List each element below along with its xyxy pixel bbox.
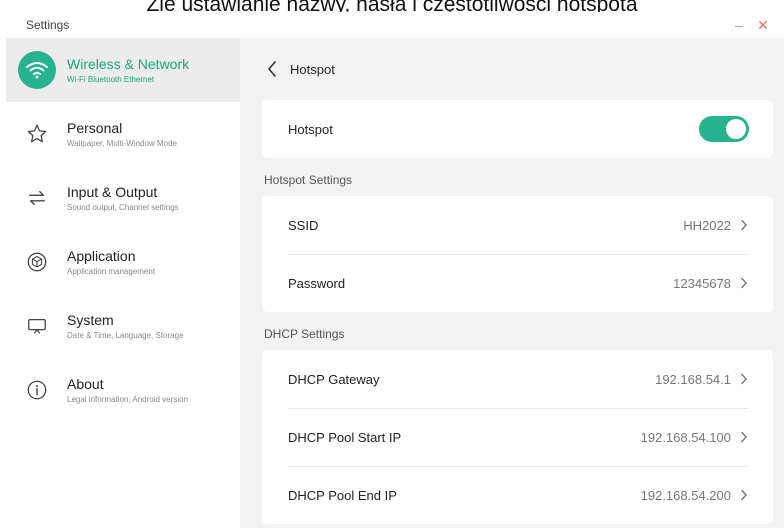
dhcp-settings-heading: DHCP Settings: [264, 327, 345, 341]
chevron-right-icon: [739, 218, 749, 232]
dhcp-gateway-value: 192.168.54.1: [655, 371, 731, 387]
sidebar-item-label: Wireless & Network: [67, 56, 190, 72]
settings-window: Settings – ✕ Wireless & Network Wi-Fi Bl…: [0, 12, 784, 528]
password-value: 12345678: [673, 275, 731, 291]
page-title: Hotspot: [290, 61, 335, 77]
chevron-right-icon: [739, 430, 749, 444]
arrows-icon: [18, 179, 56, 217]
dhcp-gateway-row[interactable]: DHCP Gateway 192.168.54.1: [262, 350, 773, 408]
dhcp-pool-start-value: 192.168.54.100: [640, 429, 731, 445]
sidebar-item-label: Input & Output: [67, 184, 158, 200]
sidebar-item-subtitle: Legal information, Android version: [67, 395, 188, 404]
monitor-icon: [18, 307, 56, 345]
cropped-caption: Żle ustawianie nazwy, hasła i częstotliw…: [146, 0, 638, 12]
sidebar-item-label: Personal: [67, 120, 123, 136]
sidebar-item-wireless-network[interactable]: Wireless & Network Wi-Fi Bluetooth Ether…: [6, 38, 240, 102]
ssid-value: HH2022: [683, 217, 731, 233]
sidebar-item-subtitle: Wallpaper, Multi-Window Mode: [67, 139, 177, 148]
sidebar: Wireless & Network Wi-Fi Bluetooth Ether…: [0, 38, 240, 528]
ssid-row[interactable]: SSID HH2022: [262, 196, 773, 254]
dhcp-pool-start-label: DHCP Pool Start IP: [288, 429, 402, 445]
hotspot-toggle-card: Hotspot: [262, 100, 773, 158]
sidebar-item-subtitle: Application management: [67, 267, 156, 276]
sidebar-item-application[interactable]: Application Application management: [0, 230, 240, 294]
hotspot-toggle-label: Hotspot: [288, 121, 333, 137]
page-header: Hotspot: [262, 38, 773, 100]
toggle-knob: [726, 119, 746, 139]
dhcp-pool-end-row[interactable]: DHCP Pool End IP 192.168.54.200: [262, 466, 773, 524]
password-row[interactable]: Password 12345678: [262, 254, 773, 312]
sidebar-item-subtitle: Sound output, Channel settings: [67, 203, 179, 212]
cube-icon: [18, 243, 56, 281]
info-icon: [18, 371, 56, 409]
title-bar: Settings – ✕: [0, 12, 784, 38]
dhcp-pool-end-value: 192.168.54.200: [640, 487, 731, 503]
close-icon[interactable]: ✕: [754, 16, 772, 34]
dhcp-gateway-label: DHCP Gateway: [288, 371, 380, 387]
hotspot-settings-card: SSID HH2022 Password 12345678: [262, 196, 773, 312]
back-icon[interactable]: [260, 57, 284, 81]
hotspot-panel: Hotspot Hotspot Hotspot Settings SSID HH…: [240, 38, 784, 528]
window-title: Settings: [26, 18, 70, 32]
ssid-label: SSID: [288, 217, 319, 233]
star-icon: [18, 115, 56, 153]
chevron-right-icon: [739, 372, 749, 386]
sidebar-item-about[interactable]: About Legal information, Android version: [0, 358, 240, 422]
sidebar-item-label: About: [67, 376, 104, 392]
sidebar-item-label: System: [67, 312, 114, 328]
content-area: Wireless & Network Wi-Fi Bluetooth Ether…: [0, 38, 784, 528]
minimize-icon[interactable]: –: [730, 16, 748, 34]
wifi-icon: [18, 51, 56, 89]
dhcp-settings-card: DHCP Gateway 192.168.54.1 DHCP Pool Star…: [262, 350, 773, 524]
sidebar-item-system[interactable]: System Date & Time, Language, Storage: [0, 294, 240, 358]
dhcp-pool-start-row[interactable]: DHCP Pool Start IP 192.168.54.100: [262, 408, 773, 466]
sidebar-item-personal[interactable]: Personal Wallpaper, Multi-Window Mode: [0, 102, 240, 166]
chevron-right-icon: [739, 488, 749, 502]
sidebar-item-subtitle: Wi-Fi Bluetooth Ethernet: [67, 75, 155, 84]
password-label: Password: [288, 275, 346, 291]
hotspot-settings-heading: Hotspot Settings: [264, 173, 353, 187]
dhcp-pool-end-label: DHCP Pool End IP: [288, 487, 397, 503]
sidebar-item-subtitle: Date & Time, Language, Storage: [67, 331, 184, 340]
sidebar-item-input-output[interactable]: Input & Output Sound output, Channel set…: [0, 166, 240, 230]
chevron-right-icon: [739, 276, 749, 290]
hotspot-toggle-row: Hotspot: [262, 100, 773, 158]
sidebar-item-label: Application: [67, 248, 136, 264]
hotspot-toggle-switch[interactable]: [699, 116, 749, 142]
